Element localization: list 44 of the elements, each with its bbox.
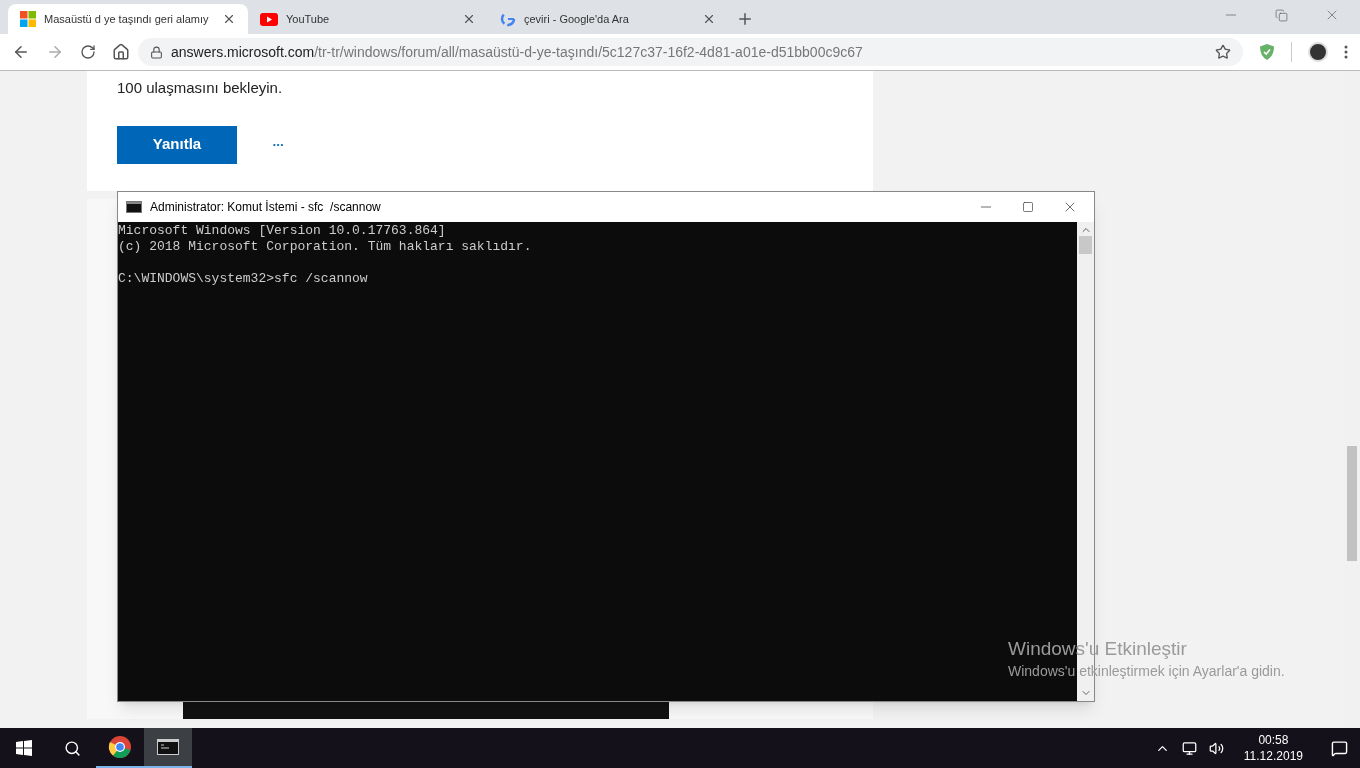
browser-tab[interactable]: çeviri - Google'da Ara: [488, 4, 728, 34]
volume-icon[interactable]: [1208, 740, 1224, 756]
tab-title: YouTube: [286, 11, 331, 27]
profile-avatar[interactable]: [1308, 42, 1328, 62]
clock-date[interactable]: 11.12.2019: [1243, 748, 1303, 764]
windows-logo-icon: [20, 11, 36, 27]
close-icon[interactable]: [462, 12, 476, 26]
back-icon[interactable]: [12, 43, 30, 61]
network-icon[interactable]: [1181, 740, 1197, 756]
reply-button[interactable]: Yanıtla: [117, 125, 237, 164]
maximize-icon[interactable]: [1022, 201, 1034, 213]
g-logo-icon: [500, 11, 516, 27]
scrollbar-thumb[interactable]: [1347, 446, 1357, 561]
menu-icon[interactable]: [1344, 45, 1348, 59]
more-options-button[interactable]: •••: [273, 138, 285, 151]
url-text: answers.microsoft.com/tr-tr/windows/forum/all/masaüstü-d-ye-taşındı/5c127c37-16f2-4d81-a01e-d51bb00c9c67: [171, 42, 863, 62]
console-icon: [157, 739, 179, 755]
shield-check-icon[interactable]: [1259, 43, 1275, 61]
console-line: (c) 2018 Microsoft Corporation. Tüm hakları saklıdır.: [118, 239, 533, 255]
scrollbar-thumb[interactable]: [1079, 236, 1092, 254]
reload-icon[interactable]: [80, 44, 96, 60]
new-tab-icon[interactable]: [736, 10, 754, 28]
browser-tab[interactable]: YouTube: [248, 4, 488, 34]
windows-start-icon[interactable]: [16, 740, 32, 756]
console-line: Microsoft Windows [Version 10.0.17763.864]: [118, 223, 447, 239]
close-icon[interactable]: [222, 12, 236, 26]
tab-title: Masaüstü d ye taşındı geri alamıy: [44, 11, 210, 27]
answer-paragraph: 100 ulaşmasını bekleyin.: [117, 78, 284, 98]
browser-tab[interactable]: Masaüstü d ye taşındı geri alamıy: [8, 4, 248, 34]
console-taskbar-button[interactable]: [144, 728, 192, 768]
search-icon[interactable]: [63, 739, 81, 757]
browser-icon: [108, 735, 132, 759]
play-logo-icon: [260, 12, 278, 26]
window-title: Administrator: Komut İstemi - sfc /scannow: [150, 199, 381, 216]
tab-title: çeviri - Google'da Ara: [524, 11, 630, 27]
console-icon: [126, 201, 142, 213]
close-icon[interactable]: [702, 12, 716, 26]
address-bar[interactable]: answers.microsoft.com/tr-tr/windows/forum/all/masaüstü-d-ye-taşındı/5c127c37-16f2-4d81-a01e-d51bb00c9c67: [138, 38, 1243, 66]
clock-time[interactable]: 00:58: [1258, 732, 1289, 748]
console-line: C:\WINDOWS\system32>sfc /scannow: [118, 271, 369, 287]
notifications-icon[interactable]: [1331, 739, 1348, 757]
home-icon[interactable]: [112, 43, 130, 61]
bookmark-star-icon[interactable]: [1215, 44, 1231, 60]
lock-icon: [150, 45, 163, 59]
